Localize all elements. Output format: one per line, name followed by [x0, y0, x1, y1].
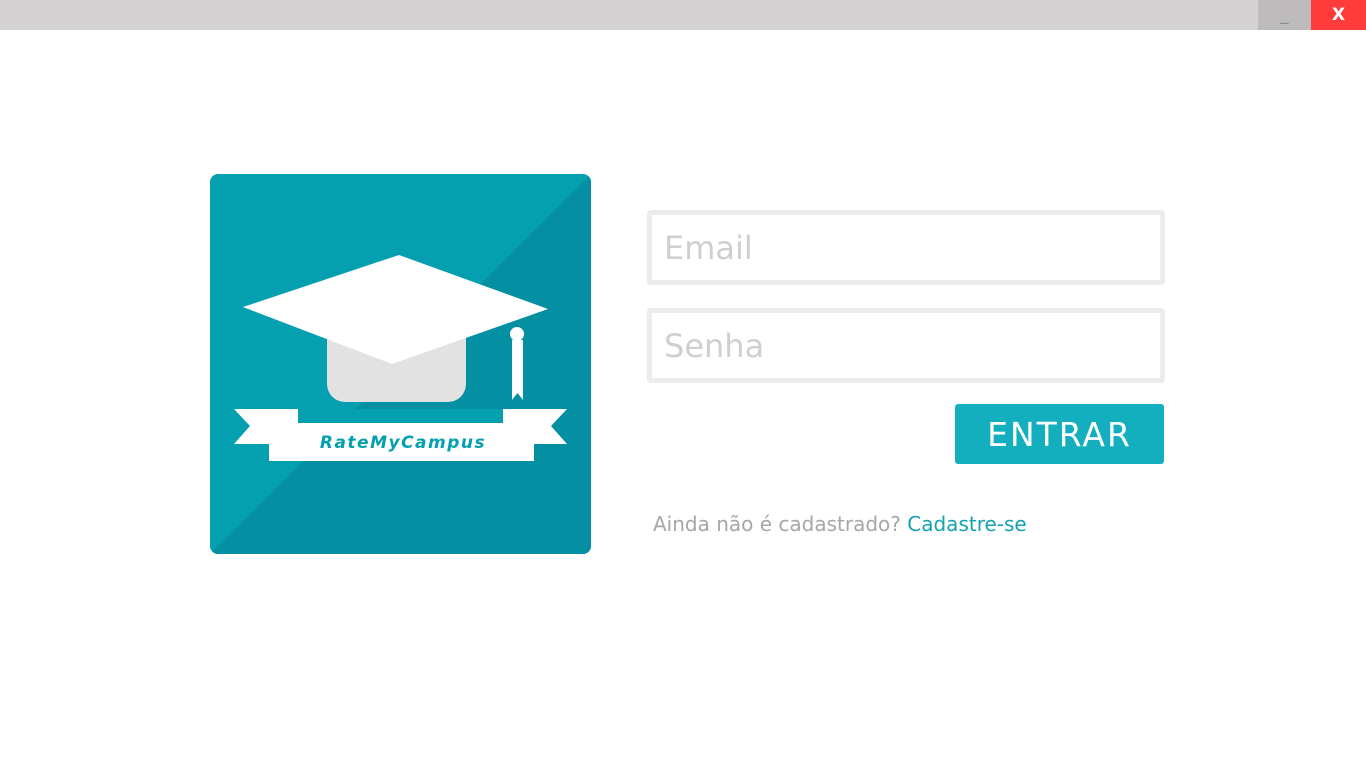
password-field[interactable]	[647, 308, 1165, 383]
signup-prompt: Ainda não é cadastrado? Cadastre-se	[653, 512, 1027, 536]
title-bar: _ X	[0, 0, 1366, 30]
signup-link[interactable]: Cadastre-se	[907, 512, 1026, 536]
app-logo: RateMyCampus	[210, 174, 591, 554]
minimize-button[interactable]: _	[1258, 0, 1311, 30]
logo-text: RateMyCampus	[320, 433, 486, 453]
signup-text: Ainda não é cadastrado?	[653, 512, 901, 536]
close-button[interactable]: X	[1311, 0, 1366, 30]
email-field[interactable]	[647, 210, 1165, 285]
login-button[interactable]: ENTRAR	[955, 404, 1164, 464]
